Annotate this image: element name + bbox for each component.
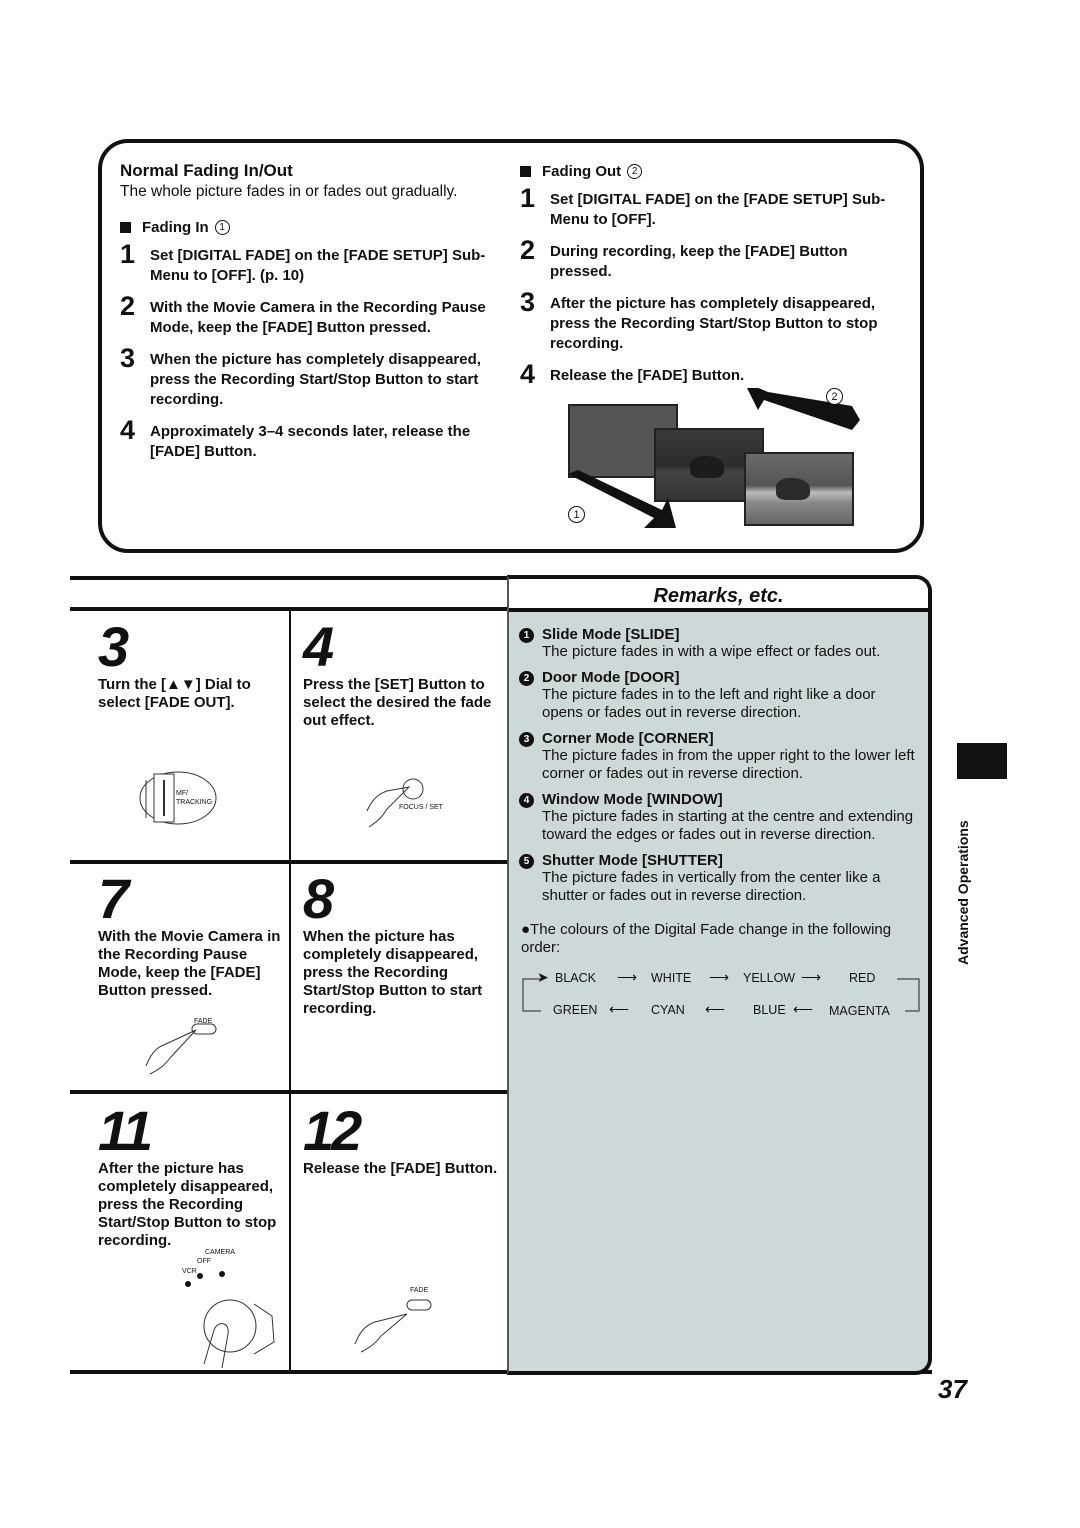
circled-number-icon: 1 — [214, 220, 230, 235]
step-cell-12: 12 Release the [FADE] Button. FADE — [303, 1099, 498, 1353]
step-item: 4 Approximately 3–4 seconds later, releas… — [120, 415, 471, 461]
fade-in-arrow-icon — [568, 470, 676, 528]
divider — [70, 576, 508, 580]
circled-number-icon: 2 — [627, 164, 643, 179]
fading-out-steps: 1 Set [DIGITAL FADE] on the [FADE SETUP] … — [520, 183, 910, 389]
numbered-bullet-icon: 4 — [519, 793, 534, 808]
step-text: Turn the [▲▼] Dial to select [FADE OUT]. — [98, 676, 251, 711]
arrow-left-icon: ⟵ — [793, 1001, 814, 1017]
fading-in-heading: Fading In 1 — [120, 219, 520, 236]
arrow-right-icon: ➤ — [537, 969, 549, 985]
step-number: 8 — [303, 867, 334, 930]
normal-fading-box: Normal Fading In/Out The whole picture f… — [98, 139, 924, 553]
fading-in-column: Normal Fading In/Out The whole picture f… — [120, 161, 520, 470]
section-tab-marker — [957, 743, 1007, 779]
fading-out-column: Fading Out 2 1 Set [DIGITAL FADE] on the … — [520, 163, 910, 394]
remarks-body: 1 Slide Mode [SLIDE] The picture fades in… — [509, 612, 928, 1019]
numbered-bullet-icon: 5 — [519, 854, 534, 869]
fading-in-steps: 1 Set [DIGITAL FADE] on the [FADE SETUP] … — [120, 239, 520, 462]
step-item: 2 During recording, keep the [FADE] Butto… — [520, 235, 848, 281]
mode-item: 2 Door Mode [DOOR] The picture fades in t… — [519, 669, 918, 722]
step-item: 1 Set [DIGITAL FADE] on the [FADE SETUP] … — [520, 183, 886, 229]
step-text: With the Movie Camera in the Recording P… — [98, 928, 281, 999]
step-text: When the picture has completely disappea… — [303, 928, 483, 1017]
step-cell-8: 8 When the picture has completely disapp… — [303, 867, 498, 1018]
remarks-panel: Remarks, etc. 1 Slide Mode [SLIDE] The pi… — [507, 575, 932, 1375]
mode-item: 3 Corner Mode [CORNER] The picture fades … — [519, 730, 918, 783]
arrow-left-icon: ⟵ — [705, 1001, 726, 1017]
hand-press-icon — [366, 778, 424, 828]
square-bullet-icon — [120, 222, 131, 233]
arrows-icon — [568, 388, 860, 528]
fade-illustration: 2 1 — [568, 388, 868, 543]
power-switch-icon — [185, 1271, 275, 1369]
arrow-right-icon: ⟶ — [801, 969, 822, 985]
step-item: 3 When the picture has completely disappe… — [120, 343, 481, 409]
color-order-note: ●The colours of the Digital Fade change … — [521, 921, 892, 956]
step-item: 4 Release the [FADE] Button. — [520, 359, 745, 389]
hand-fade-button-icon — [145, 1023, 217, 1075]
step-number: 4 — [303, 615, 334, 678]
mode-item: 1 Slide Mode [SLIDE] The picture fades in… — [519, 626, 918, 661]
step-item: 3 After the picture has completely disapp… — [520, 287, 878, 353]
circled-2-label: 2 — [826, 388, 843, 405]
circled-1-label: 1 — [568, 506, 585, 523]
arrow-right-icon: ⟶ — [617, 969, 638, 985]
hand-fade-button-icon — [354, 1299, 432, 1353]
step-number: 7 — [98, 867, 129, 930]
arrow-right-icon: ⟶ — [709, 969, 730, 985]
fading-out-heading: Fading Out 2 — [520, 163, 910, 180]
step-number: 3 — [98, 615, 129, 678]
step-item: 1 Set [DIGITAL FADE] on the [FADE SETUP] … — [120, 239, 486, 285]
divider — [70, 860, 508, 864]
step-number: 11 — [98, 1099, 153, 1162]
step-cell-3: 3 Turn the [▲▼] Dial to select [FADE OUT… — [98, 615, 283, 825]
remarks-title: Remarks, etc. — [509, 579, 928, 612]
section-title: Normal Fading In/Out — [120, 161, 293, 180]
square-bullet-icon — [520, 166, 531, 177]
step-number: 12 — [303, 1099, 362, 1162]
arrow-left-icon: ⟵ — [609, 1001, 630, 1017]
step-text: Release the [FADE] Button. — [303, 1160, 498, 1177]
mode-item: 4 Window Mode [WINDOW] The picture fades … — [519, 791, 918, 844]
section-description: The whole picture fades in or fades out … — [120, 183, 458, 200]
numbered-bullet-icon: 2 — [519, 671, 534, 686]
step-item: 2 With the Movie Camera in the Recording … — [120, 291, 486, 337]
numbered-bullet-icon: 3 — [519, 732, 534, 747]
step-cell-11: 11 After the picture has completely disa… — [98, 1099, 286, 1369]
divider — [289, 610, 291, 1372]
side-section-label: Advanced Operations — [955, 820, 971, 965]
step-text: After the picture has completely disappe… — [98, 1160, 277, 1249]
numbered-bullet-icon: 1 — [519, 628, 534, 643]
color-cycle-diagram: ➤ BLACK ⟶ WHITE ⟶ YELLOW ⟶ RED GREEN ⟵ C… — [519, 969, 920, 1019]
page-number: 37 — [938, 1374, 967, 1404]
divider — [70, 1090, 508, 1094]
mode-item: 5 Shutter Mode [SHUTTER] The picture fade… — [519, 852, 918, 905]
step-cell-7: 7 With the Movie Camera in the Recording… — [98, 867, 286, 1075]
step-text: Press the [SET] Button to select the des… — [303, 676, 492, 729]
step-cell-4: 4 Press the [SET] Button to select the d… — [303, 615, 498, 828]
